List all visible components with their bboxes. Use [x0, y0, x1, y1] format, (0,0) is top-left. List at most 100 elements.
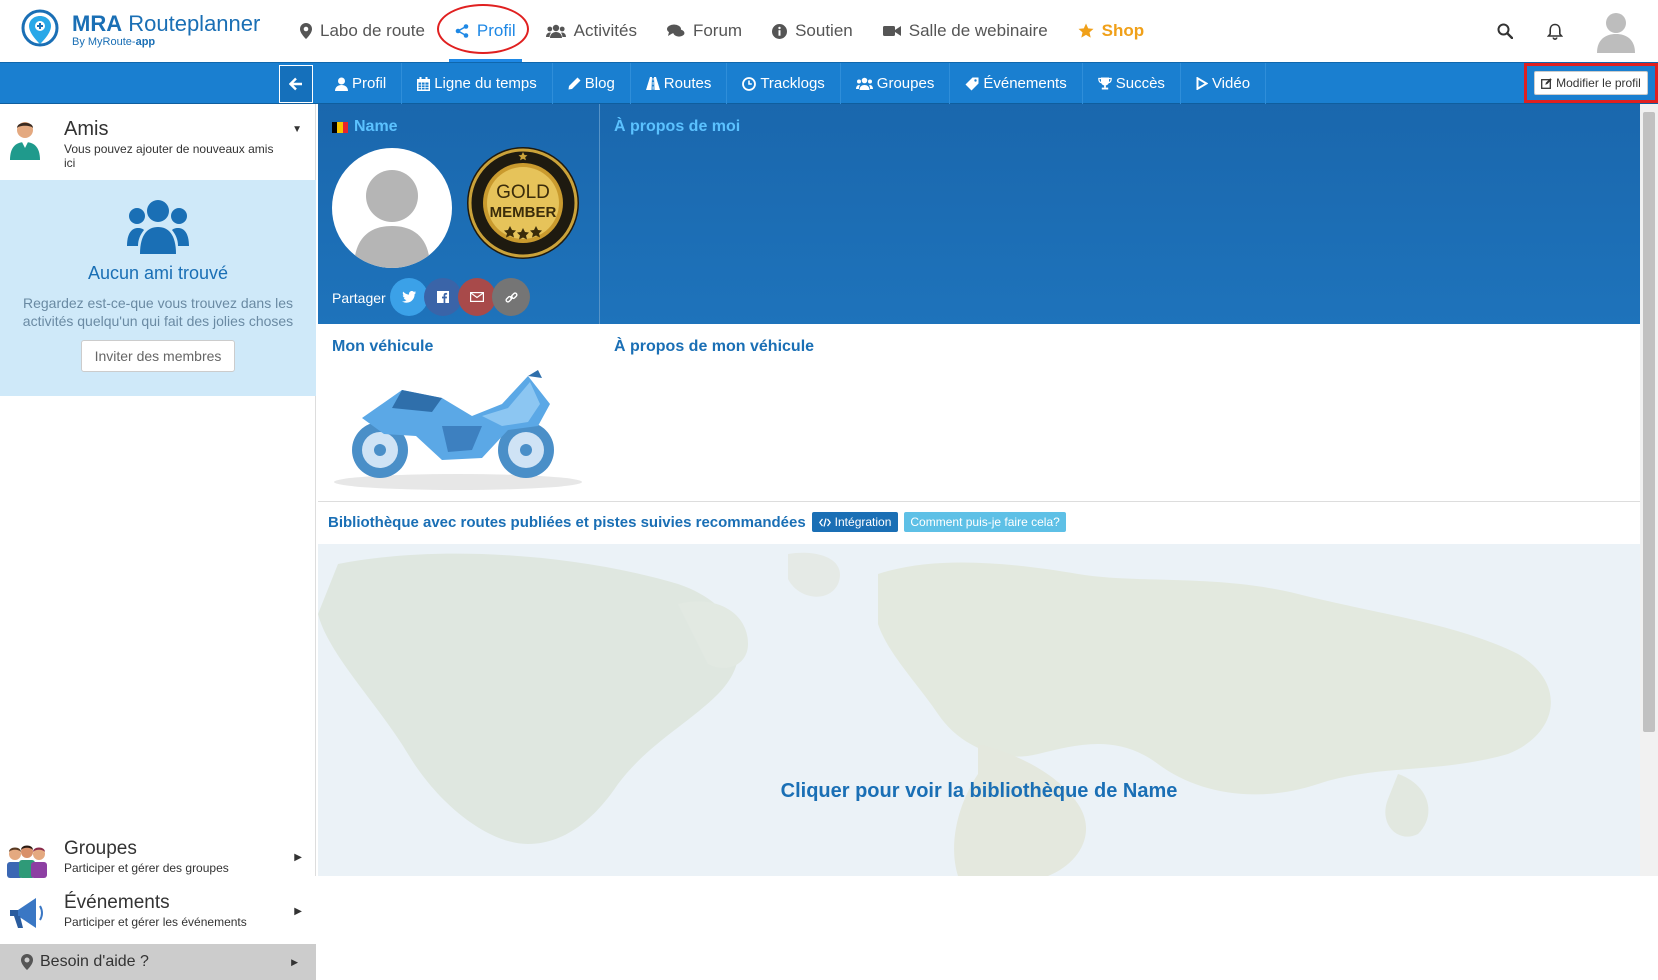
nav-label: Soutien	[795, 21, 853, 40]
copy-link-button[interactable]	[492, 278, 530, 316]
gold-member-badge: GOLD MEMBER	[467, 147, 579, 259]
nav-salle-de-webinaire[interactable]: Salle de webinaire	[882, 0, 1048, 62]
amis-title: Amis	[64, 118, 109, 140]
app-title: MRA Routeplanner	[72, 10, 261, 36]
nav-label: Forum	[692, 21, 743, 40]
tab-routes[interactable]: Routes	[631, 63, 728, 104]
library-cta[interactable]: Cliquer pour voir la bibliothèque de Nam…	[318, 780, 1640, 803]
top-right-actions	[1480, 0, 1658, 62]
twitter-icon	[402, 291, 416, 303]
sidebar-evenements[interactable]: Événements Participer et gérer les événe…	[0, 888, 316, 940]
megaphone-icon	[10, 898, 43, 928]
comments-icon	[666, 24, 685, 38]
groupes-title: Groupes	[64, 838, 137, 859]
no-friends-title: Aucun ami trouvé	[87, 263, 229, 283]
tab-label: Ligne du temps	[434, 75, 537, 92]
page-scrollbar[interactable]	[1640, 104, 1658, 876]
nav-forum[interactable]: Forum	[666, 0, 743, 62]
help-label: Besoin d'aide ?	[40, 953, 149, 970]
tab-video[interactable]: Vidéo	[1181, 63, 1267, 104]
library-title: Bibliothèque avec routes publiées et pis…	[328, 513, 806, 531]
nav-shop[interactable]: Shop	[1078, 0, 1145, 62]
caret-down-icon[interactable]: ▼	[292, 124, 302, 135]
library-header: Bibliothèque avec routes publiées et pis…	[328, 512, 1066, 532]
main-menu: Labo de route Profil Activités Forum Sou…	[300, 0, 1174, 62]
edit-icon	[1541, 77, 1552, 89]
annotation-highlight: Modifier le profil	[1524, 63, 1658, 103]
nav-profil[interactable]: Profil	[436, 0, 529, 62]
profile-subnav: Profil Ligne du temps Blog Routes Trackl…	[0, 62, 1658, 104]
search-icon[interactable]	[1480, 0, 1530, 62]
motorcycle-image	[334, 370, 582, 490]
facebook-share-button[interactable]	[424, 278, 462, 316]
sidebar-amis[interactable]: Amis Vous pouvez ajouter de nouveaux ami…	[0, 108, 316, 182]
profile-header: Name GOLD MEMBER Partager À propos de mo…	[318, 104, 1640, 324]
calendar-icon	[417, 76, 431, 91]
user-avatar[interactable]	[1594, 9, 1638, 53]
clock-icon	[742, 76, 757, 91]
nav-label: Salle de webinaire	[908, 21, 1048, 40]
tab-label: Routes	[663, 75, 712, 92]
tab-ligne-du-temps[interactable]: Ligne du temps	[402, 63, 553, 104]
caret-right-icon[interactable]: ▶	[294, 852, 302, 863]
link-icon	[504, 291, 518, 303]
help-pin-icon	[21, 954, 33, 970]
app-logo[interactable]: MRA Routeplanner By MyRoute-app	[18, 8, 260, 52]
road-icon	[645, 77, 660, 90]
tab-blog[interactable]: Blog	[553, 63, 631, 104]
nav-label: Profil	[476, 21, 516, 40]
tab-label: Tracklogs	[760, 75, 825, 92]
play-icon	[1196, 77, 1208, 90]
caret-right-icon[interactable]: ▶	[294, 906, 302, 917]
nav-labo-de-route[interactable]: Labo de route	[300, 0, 425, 62]
integration-button[interactable]: Intégration	[811, 512, 899, 532]
tab-label: Vidéo	[1211, 75, 1251, 92]
profile-name: Name	[332, 118, 398, 136]
tab-groupes[interactable]: Groupes	[841, 63, 951, 104]
invite-members-button[interactable]: Inviter des membres	[80, 340, 236, 373]
tab-profil[interactable]: Profil	[320, 63, 403, 104]
share-icon	[455, 24, 469, 38]
tab-label: Profil	[352, 75, 387, 92]
pencil-icon	[568, 77, 581, 90]
tab-tracklogs[interactable]: Tracklogs	[727, 63, 841, 104]
tag-icon	[965, 77, 979, 91]
email-share-button[interactable]	[458, 278, 496, 316]
map-pin-icon	[300, 23, 312, 39]
nav-activites[interactable]: Activités	[545, 0, 637, 62]
nav-label: Labo de route	[320, 21, 425, 40]
belgian-flag-icon	[332, 121, 348, 133]
info-icon	[772, 23, 788, 39]
envelope-icon	[470, 292, 484, 302]
tab-evenements[interactable]: Événements	[950, 63, 1083, 104]
tab-succes[interactable]: Succès	[1083, 63, 1181, 104]
code-icon	[818, 517, 831, 527]
how-to-button[interactable]: Comment puis-je faire cela?	[904, 512, 1066, 532]
nav-label: Shop	[1101, 21, 1145, 40]
logo-pin-icon	[21, 9, 59, 47]
nav-soutien[interactable]: Soutien	[772, 0, 853, 62]
vehicle-about-title: À propos de mon véhicule	[614, 338, 815, 355]
bell-icon[interactable]	[1530, 0, 1580, 62]
help-bar[interactable]: Besoin d'aide ? ▶	[0, 944, 316, 980]
users-icon	[855, 77, 873, 90]
twitter-share-button[interactable]	[390, 278, 428, 316]
evenements-title: Événements	[64, 892, 170, 913]
tab-label: Événements	[983, 75, 1067, 92]
no-friends-text: Regardez est-ce-que vous trouvez dans le…	[22, 295, 294, 330]
scrollbar-thumb[interactable]	[1643, 112, 1655, 732]
nav-label: Activités	[573, 21, 637, 40]
app-subtitle: By MyRoute-app	[72, 35, 156, 48]
users-group-icon	[127, 200, 189, 254]
facebook-icon	[437, 291, 449, 303]
library-map[interactable]: Cliquer pour voir la bibliothèque de Nam…	[318, 544, 1640, 876]
edit-profile-button[interactable]: Modifier le profil	[1534, 71, 1648, 95]
top-navbar: MRA Routeplanner By MyRoute-app Labo de …	[0, 0, 1658, 62]
world-map-background	[318, 552, 1551, 876]
trophy-icon	[1097, 77, 1112, 90]
about-me-title: À propos de moi	[614, 118, 741, 135]
sidebar-groupes[interactable]: Groupes Participer et gérer des groupes …	[0, 834, 316, 886]
collapse-sidebar-button[interactable]	[279, 65, 313, 103]
evenements-description: Participer et gérer les événements	[64, 915, 247, 929]
profile-avatar[interactable]	[332, 148, 452, 268]
